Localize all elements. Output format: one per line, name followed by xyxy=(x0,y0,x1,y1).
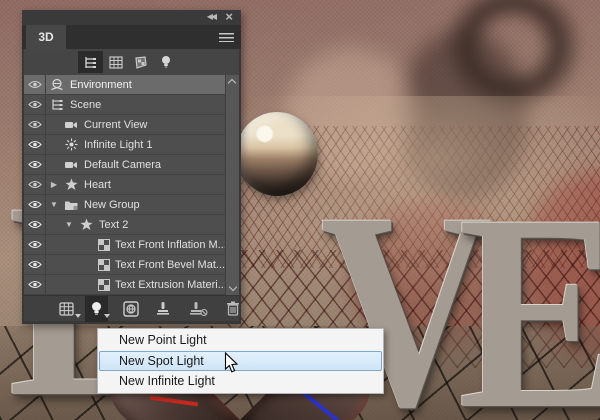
visibility-eye-icon[interactable] xyxy=(24,255,46,274)
material-swatch-icon xyxy=(98,238,110,251)
visibility-eye-icon[interactable] xyxy=(24,115,46,134)
tree-row-environment[interactable]: Environment xyxy=(24,75,225,95)
tree-row-text-front-inflation-material[interactable]: Text Front Inflation M... xyxy=(24,235,227,255)
visibility-eye-icon[interactable] xyxy=(24,215,46,234)
visibility-eye-icon[interactable] xyxy=(24,75,46,94)
visibility-eye-icon[interactable] xyxy=(24,175,46,194)
new-light-context-menu: New Point Light New Spot Light New Infin… xyxy=(97,328,384,394)
visibility-eye-icon[interactable] xyxy=(24,235,46,254)
tree-row-label: Text Extrusion Materi... xyxy=(115,278,227,291)
tree-row-label: Default Camera xyxy=(84,158,162,171)
tree-row-label: New Group xyxy=(84,198,140,211)
camera-icon xyxy=(63,160,79,170)
chrome-sphere xyxy=(236,112,318,196)
3d-panel: ◀◀ × 3D Environment Scene Current View I… xyxy=(22,9,241,324)
filter-meshes-icon[interactable] xyxy=(103,51,128,73)
visibility-eye-icon[interactable] xyxy=(24,275,46,294)
filter-materials-icon[interactable] xyxy=(128,51,153,73)
tree-row-text-front-bevel-material[interactable]: Text Front Bevel Mat... xyxy=(24,255,225,275)
close-icon[interactable]: × xyxy=(225,9,233,24)
scene-tree-rows: Environment Scene Current View Infinite … xyxy=(24,75,227,295)
filter-scene-icon[interactable] xyxy=(78,51,103,73)
environment-box-icon[interactable] xyxy=(118,296,144,322)
tree-row-infinite-light-1[interactable]: Infinite Light 1 xyxy=(24,135,225,155)
tree-row-text-2[interactable]: ▼ Text 2 xyxy=(24,215,225,235)
tree-row-label: Current View xyxy=(84,118,148,131)
expand-arrow-collapsed-icon[interactable]: ▶ xyxy=(48,180,60,189)
environment-icon xyxy=(49,78,65,91)
scene-letter-e: E xyxy=(458,172,600,420)
expand-arrow-expanded-icon[interactable]: ▼ xyxy=(48,200,60,209)
dropdown-caret-icon xyxy=(104,314,110,318)
scroll-up-icon[interactable] xyxy=(229,79,236,86)
visibility-eye-icon[interactable] xyxy=(24,195,46,214)
visibility-eye-icon[interactable] xyxy=(24,95,46,114)
panel-header-bar: ◀◀ × xyxy=(22,9,241,25)
tree-row-scene[interactable]: Scene xyxy=(24,95,225,115)
panel-tab-bar: 3D xyxy=(22,25,241,49)
tree-row-label: Text Front Inflation M... xyxy=(115,238,227,251)
scene-tree-list: Environment Scene Current View Infinite … xyxy=(24,75,239,295)
visibility-eye-icon[interactable] xyxy=(24,155,46,174)
tree-row-current-view[interactable]: Current View xyxy=(24,115,225,135)
tree-row-heart[interactable]: ▶ Heart xyxy=(24,175,225,195)
tree-row-label: Heart xyxy=(84,178,111,191)
expand-arrow-expanded-icon[interactable]: ▼ xyxy=(63,220,75,229)
material-swatch-icon xyxy=(98,258,110,271)
mesh-star-icon xyxy=(78,218,94,231)
material-swatch-icon xyxy=(98,278,110,291)
dropdown-caret-icon xyxy=(75,314,81,318)
panel-menu-icon[interactable] xyxy=(219,33,234,42)
scroll-down-icon[interactable] xyxy=(229,284,236,291)
tree-row-default-camera[interactable]: Default Camera xyxy=(24,155,225,175)
list-scrollbar[interactable] xyxy=(225,75,239,295)
tree-row-label: Text 2 xyxy=(99,218,129,231)
visibility-eye-icon[interactable] xyxy=(24,135,46,154)
tree-row-new-group[interactable]: ▼ New Group xyxy=(24,195,225,215)
camera-icon xyxy=(63,120,79,130)
stamp-delete-icon[interactable] xyxy=(184,296,213,322)
infinite-light-sun-icon xyxy=(63,138,79,151)
menu-item-new-point-light[interactable]: New Point Light xyxy=(99,330,382,351)
tree-row-label: Scene xyxy=(70,98,102,111)
mesh-star-icon xyxy=(63,178,79,191)
stamp-icon[interactable] xyxy=(150,296,176,322)
tree-row-label: Infinite Light 1 xyxy=(84,138,153,151)
menu-item-new-spot-light[interactable]: New Spot Light xyxy=(99,351,382,371)
filter-lights-icon[interactable] xyxy=(153,51,178,73)
tree-row-text-extrusion-material[interactable]: Text Extrusion Materi... xyxy=(24,275,227,295)
scene-tree-icon xyxy=(49,98,65,111)
collapse-double-arrow-icon[interactable]: ◀◀ xyxy=(207,12,217,21)
tab-3d[interactable]: 3D xyxy=(26,25,66,49)
panel-bottom-toolbar xyxy=(24,295,239,322)
filter-bar xyxy=(24,49,239,75)
tree-row-label: Text Front Bevel Mat... xyxy=(115,258,226,271)
menu-item-new-infinite-light[interactable]: New Infinite Light xyxy=(99,371,382,392)
delete-trash-icon[interactable] xyxy=(221,296,245,322)
tree-row-label: Environment xyxy=(70,78,132,91)
mouse-cursor-icon xyxy=(224,351,239,379)
group-folder-icon xyxy=(63,199,79,211)
screenshot-stage: L V E ◀◀ × 3D xyxy=(0,0,600,420)
